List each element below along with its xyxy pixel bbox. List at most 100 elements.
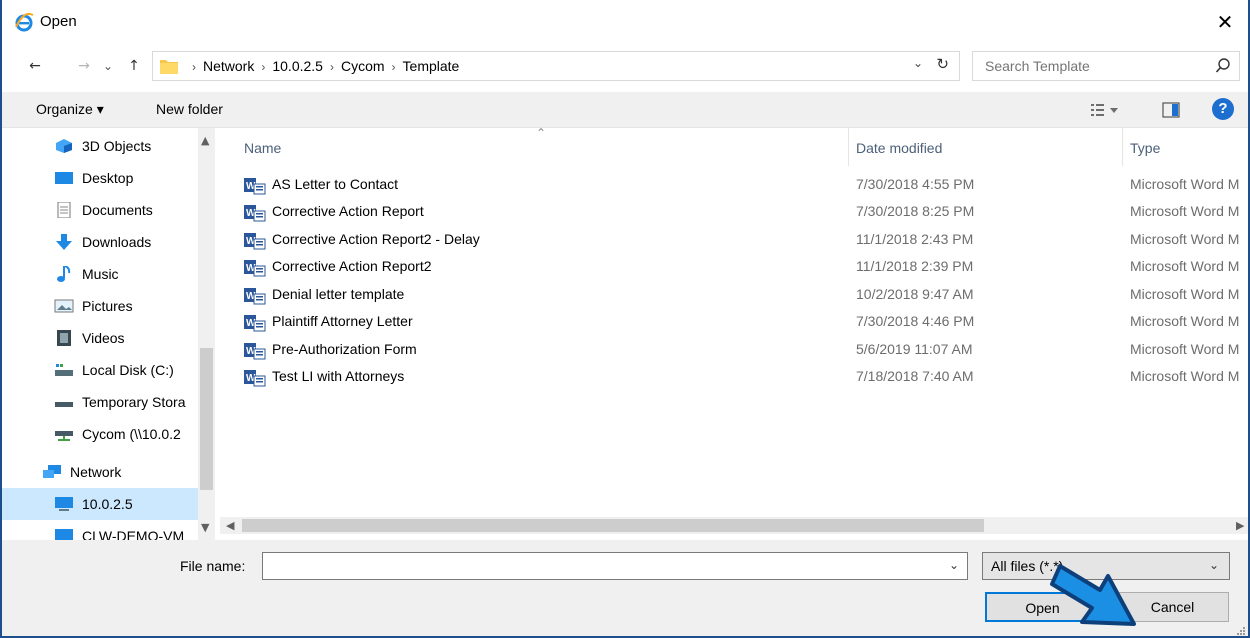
sidebar-item-local-disk[interactable]: Local Disk (C:): [2, 354, 202, 386]
computer-icon: [55, 529, 73, 540]
breadcrumb-separator: ›: [192, 60, 196, 74]
file-name-input[interactable]: [263, 553, 933, 579]
videos-icon: [57, 330, 71, 346]
sidebar-item-temporary-storage[interactable]: Temporary Stora: [2, 386, 202, 418]
forward-button[interactable]: →: [74, 54, 94, 78]
file-row[interactable]: W Pre-Authorization Form 5/6/2019 11:07 …: [220, 337, 1248, 364]
file-type-filter[interactable]: All files (*.*) ⌄: [982, 552, 1230, 580]
file-date: 11/1/2018 2:39 PM: [856, 258, 974, 274]
address-dropdown-icon[interactable]: ⌄: [913, 56, 923, 70]
file-name: Corrective Action Report2: [272, 258, 432, 274]
file-type: Microsoft Word M: [1130, 231, 1240, 247]
file-row[interactable]: W Corrective Action Report2 - Delay 11/1…: [220, 227, 1248, 254]
scrollbar-thumb[interactable]: [242, 519, 984, 532]
breadcrumb: › Network › 10.0.2.5 › Cycom › Template: [185, 58, 459, 74]
file-list: Name ⌃ Date modified Type W AS Letter to…: [220, 128, 1248, 540]
preview-pane-icon[interactable]: [1162, 102, 1180, 118]
3d-objects-icon: [56, 139, 72, 153]
sidebar-item-host[interactable]: 10.0.2.5: [2, 488, 202, 520]
breadcrumb-separator[interactable]: ›: [330, 60, 334, 74]
up-button[interactable]: ↑: [124, 54, 144, 78]
breadcrumb-separator[interactable]: ›: [261, 60, 265, 74]
column-header-type[interactable]: Type: [1130, 128, 1248, 166]
sidebar-item-label: Videos: [82, 330, 125, 346]
file-row[interactable]: W Denial letter template 10/2/2018 9:47 …: [220, 282, 1248, 309]
navigation-pane: 3D Objects Desktop Documents Downloads M…: [2, 128, 217, 540]
sidebar-item-network[interactable]: Network: [2, 456, 190, 488]
close-button[interactable]: ✕: [1202, 0, 1248, 44]
sort-ascending-icon: ⌃: [536, 128, 547, 140]
file-row[interactable]: W Test LI with Attorneys 7/18/2018 7:40 …: [220, 364, 1248, 391]
search-icon[interactable]: [1215, 57, 1231, 75]
sidebar-item-label: Music: [82, 266, 119, 282]
drive-icon: [55, 402, 73, 407]
sidebar-item-label: Pictures: [82, 298, 133, 314]
breadcrumb-network[interactable]: Network: [203, 58, 254, 74]
command-toolbar: Organize ▾ New folder ?: [2, 92, 1248, 128]
breadcrumb-separator[interactable]: ›: [392, 60, 396, 74]
sidebar-item-music[interactable]: Music: [2, 258, 202, 290]
sidebar-item-pictures[interactable]: Pictures: [2, 290, 202, 322]
file-name-combobox: ⌄: [262, 552, 968, 580]
back-button[interactable]: ←: [24, 54, 46, 78]
scrollbar-thumb[interactable]: [200, 348, 213, 490]
sidebar-item-desktop[interactable]: Desktop: [2, 162, 202, 194]
open-file-dialog: Open ✕ ← → ⌄ ↑ › Network › 10.0.2.5 › Cycom › T…: [0, 0, 1250, 638]
word-document-icon: W: [244, 315, 266, 332]
address-bar[interactable]: › Network › 10.0.2.5 › Cycom › Template ⌄ ↻: [152, 51, 960, 81]
column-divider[interactable]: [1122, 128, 1123, 166]
open-button[interactable]: Open: [985, 592, 1100, 622]
file-row[interactable]: W AS Letter to Contact 7/30/2018 4:55 PM…: [220, 172, 1248, 199]
search-input[interactable]: [973, 52, 1203, 80]
sidebar-item-3d-objects[interactable]: 3D Objects: [2, 130, 202, 162]
file-name-label: File name:: [180, 558, 246, 574]
file-date: 11/1/2018 2:43 PM: [856, 231, 974, 247]
change-view-icon[interactable]: [1090, 102, 1120, 118]
file-name: Corrective Action Report: [272, 203, 424, 219]
help-icon[interactable]: ?: [1212, 98, 1234, 120]
chevron-down-icon: ⌄: [102, 59, 114, 73]
word-document-icon: W: [244, 288, 266, 305]
sidebar-item-label: Temporary Stora: [82, 394, 186, 410]
sidebar-item-documents[interactable]: Documents: [2, 194, 202, 226]
file-name: Plaintiff Attorney Letter: [272, 313, 413, 329]
organize-button[interactable]: Organize ▾: [36, 101, 104, 118]
sidebar-item-label: 3D Objects: [82, 138, 152, 154]
breadcrumb-template[interactable]: Template: [403, 58, 460, 74]
back-arrow-icon: ←: [29, 58, 41, 74]
file-type-filter-value: All files (*.*): [991, 558, 1064, 574]
new-folder-button[interactable]: New folder: [156, 101, 223, 117]
navigation-pane-scrollbar[interactable]: ▲ ▼: [198, 128, 215, 540]
window-title: Open: [40, 13, 77, 30]
file-row[interactable]: W Corrective Action Report2 11/1/2018 2:…: [220, 254, 1248, 281]
pictures-icon: [54, 299, 74, 313]
cancel-button[interactable]: Cancel: [1116, 592, 1229, 622]
scroll-left-icon[interactable]: ◀: [226, 519, 234, 532]
file-row[interactable]: W Corrective Action Report 7/30/2018 8:2…: [220, 199, 1248, 226]
recent-locations-button[interactable]: ⌄: [100, 54, 116, 78]
column-header-date-modified[interactable]: Date modified: [856, 128, 1116, 166]
file-name: Denial letter template: [272, 286, 405, 302]
chevron-down-icon[interactable]: ⌄: [949, 558, 959, 572]
resize-grip-icon[interactable]: [1236, 626, 1246, 636]
sidebar-item-downloads[interactable]: Downloads: [2, 226, 202, 258]
breadcrumb-cycom[interactable]: Cycom: [341, 58, 385, 74]
refresh-icon[interactable]: ↻: [936, 55, 949, 73]
scroll-down-icon[interactable]: ▼: [201, 521, 209, 534]
horizontal-scrollbar[interactable]: ◀ ▶: [220, 517, 1248, 534]
chevron-down-icon: ⌄: [1209, 558, 1220, 572]
downloads-icon: [56, 234, 72, 250]
file-type: Microsoft Word M: [1130, 341, 1240, 357]
breadcrumb-host[interactable]: 10.0.2.5: [272, 58, 323, 74]
up-arrow-icon: ↑: [128, 58, 140, 74]
file-row[interactable]: W Plaintiff Attorney Letter 7/30/2018 4:…: [220, 309, 1248, 336]
computer-icon: [55, 497, 73, 511]
column-divider[interactable]: [848, 128, 849, 166]
sidebar-item-clw-demo-vm[interactable]: CLW-DEMO-VM: [2, 520, 202, 540]
file-date: 7/30/2018 4:55 PM: [856, 176, 975, 192]
file-date: 7/30/2018 8:25 PM: [856, 203, 975, 219]
scroll-right-icon[interactable]: ▶: [1236, 519, 1244, 532]
sidebar-item-cycom-drive[interactable]: Cycom (\\10.0.2: [2, 418, 202, 450]
scroll-up-icon[interactable]: ▲: [201, 134, 209, 147]
sidebar-item-videos[interactable]: Videos: [2, 322, 202, 354]
